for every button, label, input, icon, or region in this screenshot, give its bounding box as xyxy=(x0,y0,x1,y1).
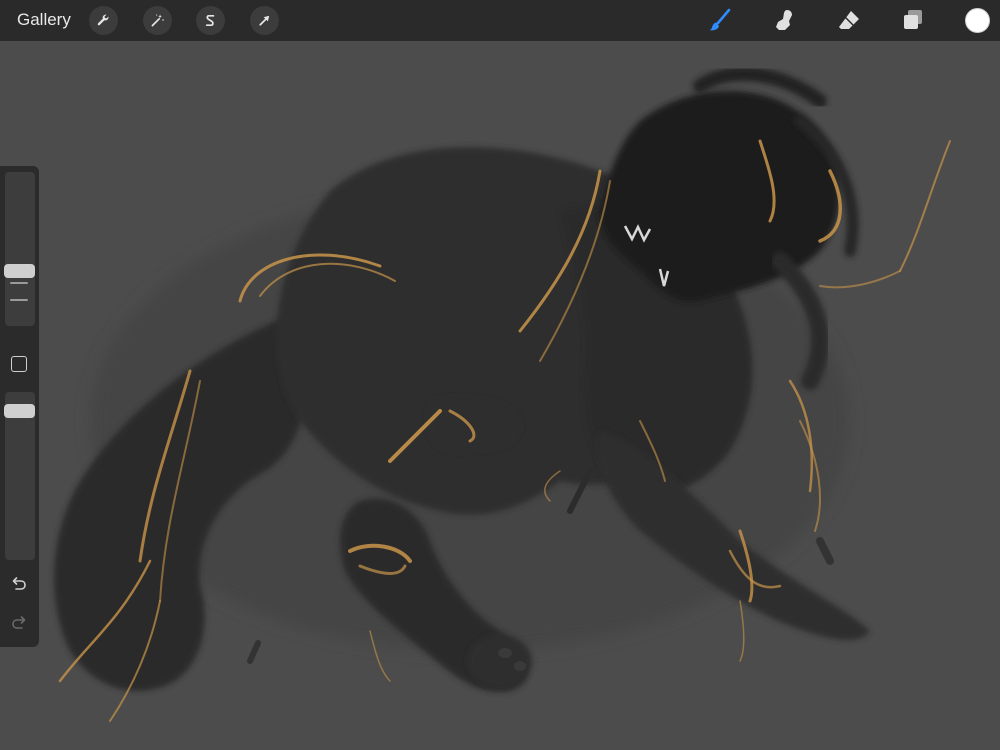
brush-size-slider[interactable] xyxy=(4,172,35,326)
eraser-icon xyxy=(839,11,859,29)
arrow-cursor-icon xyxy=(259,15,270,26)
redo-arrow-icon xyxy=(12,616,26,629)
size-tick xyxy=(10,282,28,284)
layers-button[interactable] xyxy=(898,5,928,35)
gallery-button[interactable]: Gallery xyxy=(17,10,71,30)
eraser-tool-button[interactable] xyxy=(834,5,864,35)
artwork-canvas[interactable] xyxy=(0,41,1000,750)
magic-wand-icon xyxy=(151,14,165,27)
selection-s-icon xyxy=(205,14,215,27)
top-toolbar: Gallery xyxy=(0,0,1000,41)
size-tick xyxy=(10,299,28,301)
actions-button[interactable] xyxy=(89,6,118,35)
left-sidebar xyxy=(0,166,39,647)
brush-opacity-thumb[interactable] xyxy=(4,404,35,418)
redo-button[interactable] xyxy=(8,612,30,634)
wrench-icon xyxy=(97,14,109,26)
undo-arrow-icon xyxy=(12,577,26,590)
brush-icon xyxy=(709,8,731,31)
undo-button[interactable] xyxy=(8,573,30,595)
drawing-canvas[interactable] xyxy=(0,41,1000,750)
brush-opacity-slider[interactable] xyxy=(4,392,35,560)
layers-icon xyxy=(904,10,922,29)
brush-tool-button[interactable] xyxy=(705,5,735,35)
smudge-finger-icon xyxy=(776,10,792,30)
smudge-tool-button[interactable] xyxy=(769,5,799,35)
brush-size-thumb[interactable] xyxy=(4,264,35,278)
adjustments-button[interactable] xyxy=(143,6,172,35)
transform-button[interactable] xyxy=(250,6,279,35)
selection-button[interactable] xyxy=(196,6,225,35)
modify-button[interactable] xyxy=(11,356,27,372)
procreate-app: Gallery xyxy=(0,0,1000,750)
color-picker-button[interactable] xyxy=(965,8,990,33)
